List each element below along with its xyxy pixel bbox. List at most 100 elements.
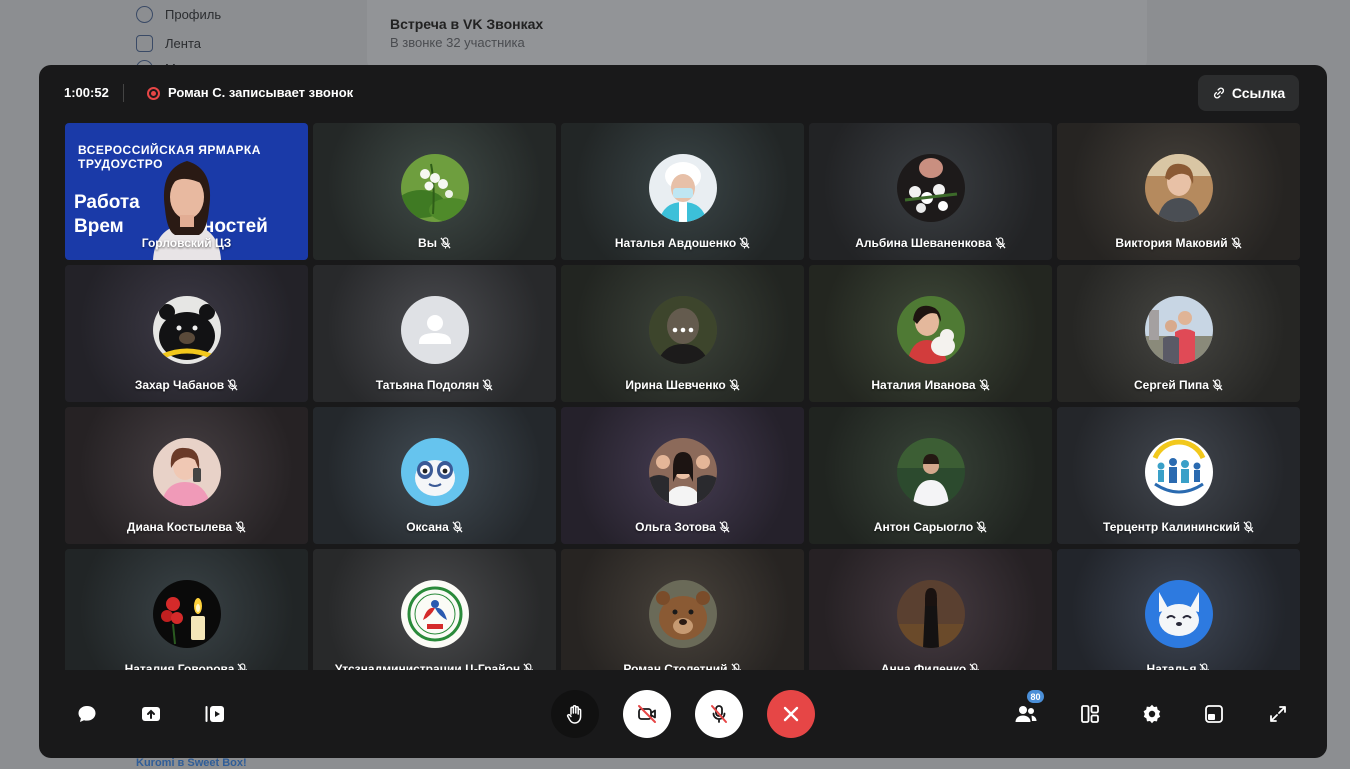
participants-count-badge: 80 (1027, 690, 1044, 703)
flowers-avatar (896, 154, 965, 222)
recording-status: Роман С. записывает звонок (168, 85, 354, 100)
participant-name-text: Наталья (1146, 662, 1197, 670)
chat-button[interactable] (71, 698, 103, 730)
couple-avatar (1144, 296, 1213, 364)
participant-name: Диана Костылева (65, 520, 308, 534)
mic-off-icon (482, 379, 493, 391)
mic-off-icon (1212, 379, 1223, 391)
participants-icon (1015, 706, 1037, 722)
participant-name: Наталия Иванова (809, 378, 1052, 392)
nav-item-profile: Профиль (136, 0, 336, 29)
participant-name: Антон Сарыогло (809, 520, 1052, 534)
participant-name-text: Ирина Шевченко (625, 378, 726, 392)
emblem-avatar (400, 580, 469, 648)
copy-link-button[interactable]: Ссылка (1198, 75, 1299, 111)
raise-hand-icon (566, 705, 582, 724)
bear-black-avatar (152, 296, 221, 364)
participant-name: Татьяна Подолян (313, 378, 556, 392)
call-timer: 1:00:52 (64, 85, 109, 100)
mic-off-icon (969, 663, 979, 670)
fullscreen-button[interactable] (1262, 698, 1294, 730)
microphone-off-icon (711, 705, 727, 723)
girl-pink-avatar (152, 438, 221, 506)
participant-tile[interactable]: Вы (313, 123, 556, 260)
participant-name-text: Оксана (406, 520, 449, 534)
nav-item-label: Лента (165, 36, 201, 51)
mic-off-icon (995, 237, 1006, 249)
participant-tile[interactable]: Захар Чабанов (65, 265, 308, 402)
woman-avatar (1144, 154, 1213, 222)
participant-name-text: Роман Столетний (623, 662, 728, 670)
raise-hand-button[interactable] (551, 690, 599, 738)
participant-tile[interactable]: Наталия Говорова (65, 549, 308, 670)
chat-icon (78, 706, 96, 722)
participant-tile[interactable]: Ольга Зотова (561, 407, 804, 544)
participant-tile[interactable]: Альбина Шеваненкова (809, 123, 1052, 260)
screen-share-button[interactable] (135, 698, 167, 730)
participant-tile[interactable]: Ирина Шевченко (561, 265, 804, 402)
mic-off-icon (979, 379, 990, 391)
participant-tile[interactable]: Утсзнадминистрации Ц-Грайон (313, 549, 556, 670)
participant-tile[interactable]: Наталья (1057, 549, 1300, 670)
participant-name: Наталия Говорова (65, 662, 308, 670)
participant-name-text: Альбина Шеваненкова (855, 236, 992, 250)
broadcast-button[interactable] (199, 698, 231, 730)
participant-name-text: Виктория Маковий (1115, 236, 1228, 250)
participant-tile-video[interactable]: ВСЕРОССИЙСКАЯ ЯРМАРКА ТРУДОУСТРО Работа … (65, 123, 308, 260)
participant-tile[interactable]: Антон Сарыогло (809, 407, 1052, 544)
participant-name-text: Захар Чабанов (134, 378, 225, 392)
participant-name-text: Ольга Зотова (635, 520, 716, 534)
microphone-toggle-button[interactable] (695, 690, 743, 738)
participant-name: Альбина Шеваненкова (809, 236, 1052, 250)
man-forest-avatar (896, 438, 965, 506)
participant-name: Наталья (1057, 662, 1300, 670)
mic-off-icon (523, 663, 533, 670)
call-card-subtitle: В звонке 32 участника (390, 35, 525, 50)
participant-name: Вы (313, 236, 556, 250)
group-photo-avatar (648, 438, 717, 506)
screen-share-icon (142, 707, 160, 721)
nav-item-label: Профиль (165, 7, 222, 22)
woman-loading-avatar (648, 296, 717, 364)
participant-name-text: Горловский ЦЗ (141, 236, 232, 250)
participant-tile[interactable]: Татьяна Подолян (313, 265, 556, 402)
participant-tile[interactable]: Виктория Маковий (1057, 123, 1300, 260)
participant-name: Терцентр Калининский (1057, 520, 1300, 534)
copy-link-label: Ссылка (1231, 85, 1286, 101)
participants-button[interactable]: 80 (1010, 690, 1044, 730)
participant-tile[interactable]: Наталья Авдошенко (561, 123, 804, 260)
woman-dark-avatar (896, 580, 965, 648)
picture-in-picture-button[interactable] (1198, 698, 1230, 730)
participant-tile[interactable]: Оксана (313, 407, 556, 544)
camera-toggle-button[interactable] (623, 690, 671, 738)
participant-name: Виктория Маковий (1057, 236, 1300, 250)
participant-tile[interactable]: Терцентр Калининский (1057, 407, 1300, 544)
participant-tile[interactable]: Наталия Иванова (809, 265, 1052, 402)
participant-tile[interactable]: Анна Филенко (809, 549, 1052, 670)
end-call-button[interactable] (767, 690, 815, 738)
participant-name-text: Терцентр Калининский (1102, 520, 1241, 534)
call-window: 1:00:52 Роман С. записывает звонок Ссылк… (39, 65, 1327, 758)
call-card-title: Встреча в VK Звонках (390, 16, 544, 32)
participant-tile[interactable]: Сергей Пипа (1057, 265, 1300, 402)
participant-name: Ольга Зотова (561, 520, 804, 534)
mic-off-icon (719, 521, 730, 533)
participant-tile[interactable]: Роман Столетний (561, 549, 804, 670)
layout-button[interactable] (1074, 698, 1106, 730)
participant-name: Оксана (313, 520, 556, 534)
mic-off-icon (1199, 663, 1210, 670)
camera-off-icon (638, 705, 656, 723)
participant-name-text: Диана Костылева (126, 520, 233, 534)
gear-icon (1143, 704, 1161, 724)
mic-off-icon (731, 663, 741, 670)
participant-name-text: Утсзнадминистрации Ц-Грайон (334, 662, 521, 670)
participant-name-text: Татьяна Подолян (375, 378, 480, 392)
participant-name-text: Наталия Говорова (124, 662, 235, 670)
header-divider (123, 84, 124, 102)
settings-button[interactable] (1136, 698, 1168, 730)
participant-name-text: Наталья Авдошенко (614, 236, 737, 250)
participant-name-text: Антон Сарыогло (873, 520, 974, 534)
mic-off-icon (1243, 521, 1254, 533)
woman-cat-avatar (896, 296, 965, 364)
participant-tile[interactable]: Диана Костылева (65, 407, 308, 544)
